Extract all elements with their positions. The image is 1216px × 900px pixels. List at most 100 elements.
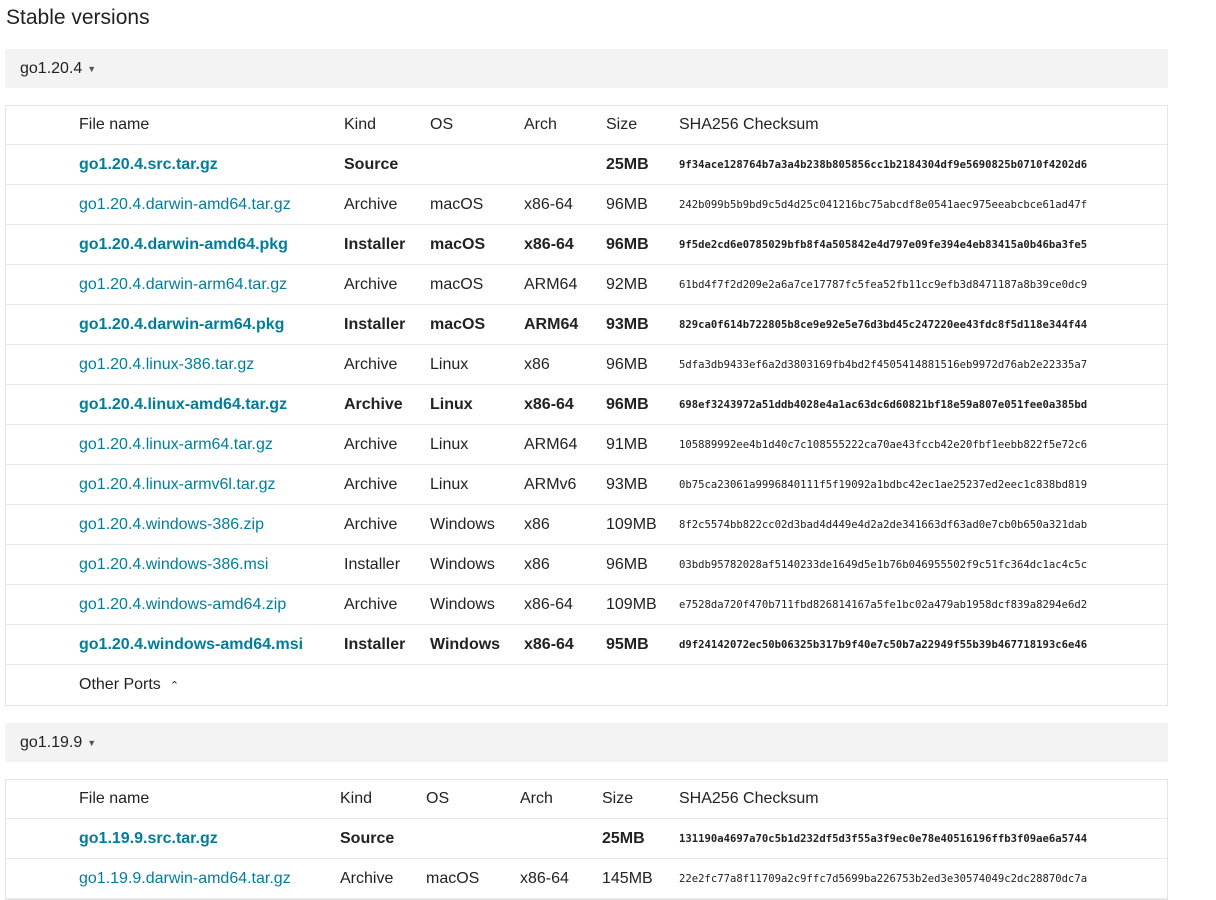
file-name-link[interactable]: go1.20.4.windows-386.zip xyxy=(79,516,264,534)
file-checksum: 9f5de2cd6e0785029bfb8f4a505842e4d797e09f… xyxy=(679,238,1088,251)
file-checksum-cell: 242b099b5b9bd9c5d4d25c041216bc75abcdf8e0… xyxy=(679,185,1087,224)
file-checksum-cell: 0b75ca23061a9996840111f5f19092a1bdbc42ec… xyxy=(679,465,1087,504)
file-kind: Archive xyxy=(344,195,398,213)
file-size-cell: 93MB xyxy=(606,305,649,344)
file-checksum-cell: 105889992ee4b1d40c7c108555222ca70ae43fcc… xyxy=(679,425,1087,464)
file-name-link[interactable]: go1.20.4.darwin-arm64.pkg xyxy=(79,316,284,334)
file-os: Windows xyxy=(430,635,501,653)
file-kind-cell: Archive xyxy=(344,425,397,464)
page-title: Stable versions xyxy=(6,6,150,29)
file-kind: Source xyxy=(340,829,395,847)
file-name-link[interactable]: go1.20.4.linux-armv6l.tar.gz xyxy=(79,476,276,494)
file-checksum: 9f34ace128764b7a3a4b238b805856cc1b218430… xyxy=(679,158,1088,171)
file-arch-cell: x86 xyxy=(524,545,550,584)
file-kind: Archive xyxy=(344,275,398,293)
chevron-up-icon: ⌃ xyxy=(169,679,180,692)
file-name-link[interactable]: go1.20.4.linux-arm64.tar.gz xyxy=(79,436,273,454)
table-row: go1.20.4.windows-amd64.zip Archive Windows… xyxy=(6,585,1167,625)
file-name-link[interactable]: go1.20.4.darwin-arm64.tar.gz xyxy=(79,276,287,294)
file-name-link[interactable]: go1.20.4.linux-386.tar.gz xyxy=(79,356,254,374)
file-name-link-cell: go1.20.4.darwin-amd64.tar.gz xyxy=(79,185,291,224)
file-size-cell: 109MB xyxy=(606,505,657,544)
table-header-row: File name Kind OS Arch Size SHA256 Check… xyxy=(6,780,1167,819)
file-os-cell: Linux xyxy=(430,345,468,384)
file-checksum-cell: 61bd4f7f2d209e2a6a7ce17787fc5fea52fb11cc… xyxy=(679,265,1087,304)
file-kind: Installer xyxy=(344,555,401,573)
file-size: 109MB xyxy=(606,515,657,533)
file-os-cell: macOS xyxy=(426,859,479,898)
file-size-cell: 96MB xyxy=(606,225,649,264)
file-os: macOS xyxy=(430,195,484,213)
file-size-cell: 25MB xyxy=(606,145,649,184)
file-os: macOS xyxy=(430,315,486,333)
file-size-cell: 92MB xyxy=(606,265,648,304)
file-name-link[interactable]: go1.19.9.src.tar.gz xyxy=(79,830,218,848)
file-name-link[interactable]: go1.20.4.src.tar.gz xyxy=(79,156,218,174)
file-size-cell: 109MB xyxy=(606,585,657,624)
file-name-link[interactable]: go1.20.4.darwin-amd64.pkg xyxy=(79,236,288,254)
file-arch-cell: x86 xyxy=(524,345,550,384)
file-kind-cell: Source xyxy=(344,145,398,184)
file-kind-cell: Installer xyxy=(344,225,405,264)
file-name-link-cell: go1.20.4.linux-armv6l.tar.gz xyxy=(79,465,276,504)
file-os-cell: Windows xyxy=(430,505,495,544)
file-size: 95MB xyxy=(606,635,649,653)
file-name-link[interactable]: go1.20.4.windows-386.msi xyxy=(79,556,268,574)
file-size: 96MB xyxy=(606,235,649,253)
downloads-table-go1.20.4: File name Kind OS Arch Size SHA256 Check… xyxy=(5,105,1168,706)
file-name-link[interactable]: go1.20.4.windows-amd64.zip xyxy=(79,596,286,614)
file-arch: ARM64 xyxy=(524,315,579,333)
file-os-cell: Windows xyxy=(430,545,495,584)
file-checksum: 5dfa3db9433ef6a2d3803169fb4bd2f450541488… xyxy=(679,358,1088,371)
file-os-cell: macOS xyxy=(430,265,483,304)
file-checksum: 131190a4697a70c5b1d232df5d3f55a3f9ec0e78… xyxy=(679,832,1088,845)
file-checksum-cell: 22e2fc77a8f11709a2c9ffc7d5699ba226753b2e… xyxy=(679,859,1087,898)
file-size: 96MB xyxy=(606,555,648,573)
column-header-arch: Arch xyxy=(524,116,557,133)
release-toggle-go1.19.9[interactable]: go1.19.9 ▼ xyxy=(5,723,1168,762)
file-kind: Archive xyxy=(340,869,394,887)
file-name-link[interactable]: go1.20.4.linux-amd64.tar.gz xyxy=(79,396,287,414)
file-size: 109MB xyxy=(606,595,657,613)
release-version-label: go1.20.4 xyxy=(20,59,83,77)
file-kind-cell: Archive xyxy=(344,585,397,624)
file-os-cell: macOS xyxy=(430,185,483,224)
file-os-cell: Windows xyxy=(430,585,495,624)
file-arch: x86 xyxy=(524,555,550,573)
file-name-link[interactable]: go1.20.4.windows-amd64.msi xyxy=(79,636,303,654)
column-header-os: OS xyxy=(430,116,454,133)
table-row: go1.20.4.windows-386.zip Archive Windows x8… xyxy=(6,505,1167,545)
column-header-os: OS xyxy=(426,790,450,807)
file-name-link-cell: go1.20.4.linux-arm64.tar.gz xyxy=(79,425,273,464)
file-checksum-cell: 829ca0f614b722805b8ce9e92e5e76d3bd45c247… xyxy=(679,305,1087,344)
file-kind: Archive xyxy=(344,515,398,533)
file-checksum-cell: 5dfa3db9433ef6a2d3803169fb4bd2f450541488… xyxy=(679,345,1087,384)
file-kind-cell: Archive xyxy=(344,345,397,384)
file-checksum: 698ef3243972a51ddb4028e4a1ac63dc6d60821b… xyxy=(679,398,1088,411)
file-os-cell: Linux xyxy=(430,465,468,504)
release-version-label: go1.19.9 xyxy=(20,733,83,751)
file-name-link-cell: go1.20.4.src.tar.gz xyxy=(79,145,218,184)
file-name-link-cell: go1.20.4.darwin-amd64.pkg xyxy=(79,225,288,264)
file-checksum: e7528da720f470b711fbd826814167a5fe1bc02a… xyxy=(679,598,1088,611)
table-row: go1.20.4.darwin-arm64.pkg Installer macOS A… xyxy=(6,305,1167,345)
file-checksum-cell: 03bdb95782028af5140233de1649d5e1b76b0469… xyxy=(679,545,1087,584)
file-os-cell: macOS xyxy=(430,305,485,344)
file-name-link[interactable]: go1.20.4.darwin-amd64.tar.gz xyxy=(79,196,291,214)
file-name-link-cell: go1.20.4.linux-386.tar.gz xyxy=(79,345,254,384)
file-name-link-cell: go1.19.9.darwin-amd64.tar.gz xyxy=(79,859,291,898)
other-ports-toggle[interactable]: Other Ports ⌃ xyxy=(79,665,179,705)
file-name-link[interactable]: go1.19.9.darwin-amd64.tar.gz xyxy=(79,870,291,888)
file-checksum: 105889992ee4b1d40c7c108555222ca70ae43fcc… xyxy=(679,438,1088,451)
file-kind-cell: Installer xyxy=(344,305,405,344)
release-toggle-go1.20.4[interactable]: go1.20.4 ▼ xyxy=(5,49,1168,88)
file-arch-cell: x86-64 xyxy=(524,625,574,664)
file-kind-cell: Archive xyxy=(344,385,403,424)
file-arch: x86-64 xyxy=(524,635,574,653)
file-os-cell: Windows xyxy=(430,625,500,664)
column-header-file-name: File name xyxy=(79,790,150,807)
file-os: Linux xyxy=(430,475,469,493)
file-size: 25MB xyxy=(602,829,645,847)
file-checksum-cell: 9f34ace128764b7a3a4b238b805856cc1b218430… xyxy=(679,145,1087,184)
file-name-link-cell: go1.19.9.src.tar.gz xyxy=(79,819,218,858)
